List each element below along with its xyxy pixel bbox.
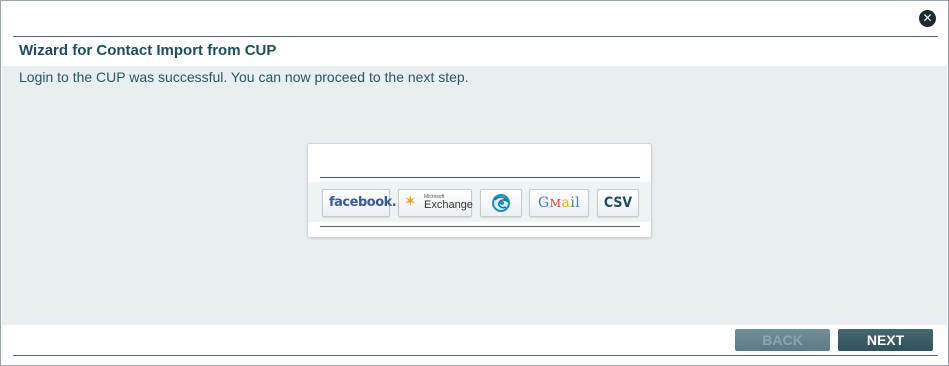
content-area: Login to the CUP was successful. You can… — [2, 66, 947, 325]
exchange-icon: ✶ — [404, 193, 417, 210]
facebook-source-button[interactable]: facebook. — [322, 189, 397, 217]
back-button[interactable]: BACK — [735, 329, 830, 351]
exchange-logo: ✶ Microsoft Exchange — [404, 193, 473, 211]
csv-label: CSV — [603, 195, 633, 211]
csv-source-button[interactable]: CSV — [597, 189, 639, 217]
gmail-source-button[interactable]: GMail — [529, 189, 589, 217]
dialog-title: Wizard for Contact Import from CUP — [19, 42, 277, 59]
close-icon[interactable]: ✕ — [919, 10, 936, 27]
globe-icon — [492, 194, 510, 212]
header-divider — [13, 36, 938, 37]
import-source-panel: facebook. ✶ Microsoft Exchange GMail CSV — [307, 143, 652, 238]
status-message: Login to the CUP was successful. You can… — [19, 69, 469, 85]
next-button[interactable]: NEXT — [838, 329, 933, 351]
panel-divider-top — [320, 177, 640, 178]
gmail-logo: GMail — [538, 195, 581, 211]
import-wizard-dialog: ✕ Wizard for Contact Import from CUP Log… — [0, 0, 949, 366]
facebook-logo: facebook. — [329, 195, 397, 210]
footer-divider — [13, 355, 938, 356]
globe-source-button[interactable] — [480, 189, 522, 217]
panel-divider-bottom — [320, 226, 640, 227]
exchange-source-button[interactable]: ✶ Microsoft Exchange — [398, 189, 473, 217]
